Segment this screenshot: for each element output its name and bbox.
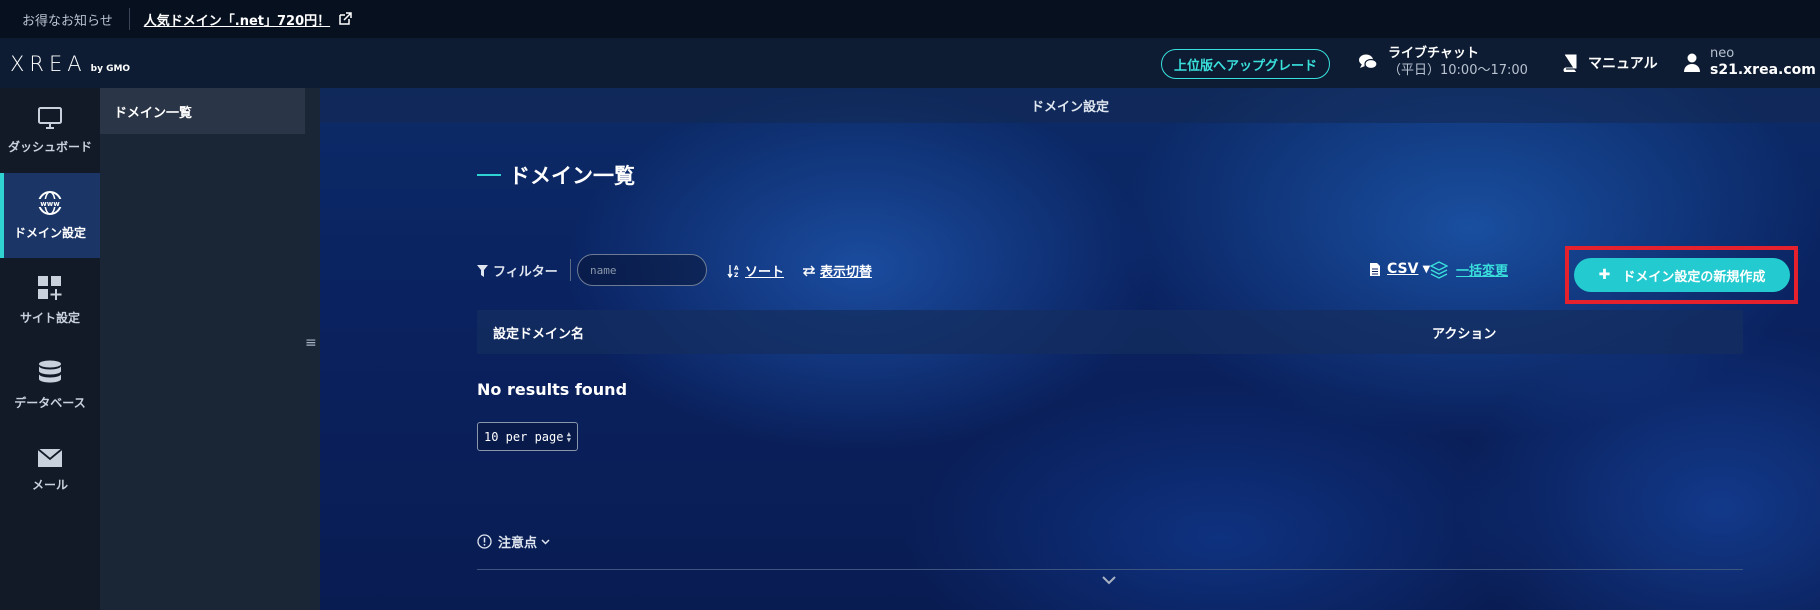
live-chat-link[interactable]: ライブチャット （平日）10:00〜17:00 [1358, 45, 1528, 79]
column-header-action: アクション [1432, 326, 1497, 342]
bulk-edit-label: 一括変更 [1456, 264, 1509, 279]
svg-text:A: A [734, 265, 739, 272]
display-toggle-label: 表示切替 [820, 265, 873, 280]
manual-label: マニュアル [1588, 56, 1658, 72]
toolbar: フィルター AZ ソート 表示切替 CSV ▼ 一括変更 ✚ ドメイン設定の新規… [477, 246, 1798, 304]
page-title-text: ドメイン一覧 [509, 164, 635, 188]
per-page-value: 10 per page [484, 429, 564, 444]
layers-icon [1430, 260, 1448, 279]
create-domain-button[interactable]: ✚ ドメイン設定の新規作成 [1574, 258, 1790, 292]
nav-label-dashboard: ダッシュボード [7, 140, 92, 154]
header: XREA by GMO 上位版へアップグレード ライブチャット （平日）10:0… [0, 38, 1820, 88]
nav-item-site[interactable]: サイト設定 [0, 258, 100, 343]
nav-item-domain[interactable]: www ドメイン設定 [0, 173, 100, 258]
nav-item-mail[interactable]: メール [0, 428, 100, 513]
table-header-row: 設定ドメイン名 アクション [477, 310, 1743, 354]
sub-sidebar: ドメイン一覧 [100, 88, 320, 610]
sort-button[interactable]: AZ ソート [727, 261, 784, 280]
nav-label-domain: ドメイン設定 [13, 226, 86, 240]
logo-text: XREA [10, 52, 87, 76]
filter-input[interactable] [577, 254, 707, 286]
notice-lead: お得なお知らせ [22, 13, 113, 29]
nav-label-site: サイト設定 [19, 311, 80, 325]
notice-divider [128, 8, 130, 30]
filter-divider [570, 259, 571, 281]
sidebar-toggle-handle[interactable]: ≡ [305, 335, 317, 351]
page-header: ドメイン設定 [320, 88, 1820, 123]
csv-label: CSV [1387, 261, 1419, 277]
nav-item-database[interactable]: データベース [0, 343, 100, 428]
user-icon [1684, 53, 1700, 72]
main-nav: ダッシュボード www ドメイン設定 サイト設定 データベース メール [0, 88, 100, 610]
page-title: ドメイン一覧 [477, 160, 635, 190]
user-menu[interactable]: neo s21.xrea.com [1684, 45, 1816, 79]
swap-arrows-icon [803, 265, 815, 276]
create-domain-label: ドメイン設定の新規作成 [1622, 269, 1766, 285]
www-globe-icon: www [38, 191, 62, 215]
logo[interactable]: XREA by GMO [10, 52, 130, 76]
notice-bar: お得なお知らせ 人気ドメイン「.net」720円！ [0, 0, 1820, 38]
nav-label-mail: メール [31, 478, 68, 492]
display-toggle-button[interactable]: 表示切替 [802, 261, 872, 280]
filter-text: フィルター [493, 265, 558, 280]
sort-alpha-icon: AZ [727, 264, 739, 278]
logo-by: by GMO [90, 64, 131, 74]
user-name: neo [1710, 46, 1735, 61]
monitor-icon [38, 107, 62, 129]
notes-label: 注意点 [498, 536, 538, 551]
funnel-icon [477, 264, 488, 277]
main-content: ドメイン設定 ドメイン一覧 フィルター AZ ソート 表示切替 CSV ▼ 一括… [320, 88, 1820, 610]
per-page-select[interactable]: 10 per page ▲ ▼ [477, 422, 578, 451]
svg-text:Z: Z [734, 272, 739, 278]
exclamation-circle-icon [477, 534, 492, 549]
book-icon [1563, 54, 1577, 72]
section-divider [477, 569, 1743, 570]
nav-item-dashboard[interactable]: ダッシュボード [0, 88, 100, 173]
sort-label: ソート [745, 265, 785, 280]
external-link-icon[interactable] [338, 12, 352, 26]
bulk-edit-button[interactable]: 一括変更 [1430, 260, 1508, 279]
csv-dropdown[interactable]: CSV ▼ [1369, 261, 1430, 277]
filter-label: フィルター [477, 261, 558, 280]
column-header-domain: 設定ドメイン名 [493, 326, 585, 342]
document-icon [1370, 262, 1380, 276]
manual-link[interactable]: マニュアル [1562, 53, 1658, 73]
envelope-icon [37, 448, 63, 467]
updown-arrows-icon: ▲ ▼ [566, 430, 571, 444]
empty-state-message: No results found [477, 380, 628, 399]
upgrade-button[interactable]: 上位版へアップグレード [1161, 49, 1331, 79]
title-accent-line [477, 174, 501, 176]
database-icon [39, 360, 61, 383]
notes-toggle[interactable]: 注意点 [477, 532, 550, 551]
caret-down-icon: ▼ [1422, 263, 1431, 275]
expand-chevron-icon[interactable] [1102, 576, 1116, 585]
chat-title: ライブチャット [1388, 46, 1479, 61]
subnav-item-domain-list[interactable]: ドメイン一覧 [100, 88, 305, 134]
chat-icon [1359, 54, 1378, 70]
user-host: s21.xrea.com [1710, 62, 1816, 78]
nav-label-database: データベース [14, 396, 86, 410]
notice-link[interactable]: 人気ドメイン「.net」720円！ [144, 10, 330, 29]
svg-text:www: www [40, 200, 60, 208]
chat-hours: （平日）10:00〜17:00 [1388, 63, 1528, 78]
chevron-down-icon [541, 538, 550, 545]
create-button-highlight: ✚ ドメイン設定の新規作成 [1565, 246, 1798, 304]
plus-icon: ✚ [1598, 267, 1611, 283]
grid-plus-icon [38, 276, 62, 300]
